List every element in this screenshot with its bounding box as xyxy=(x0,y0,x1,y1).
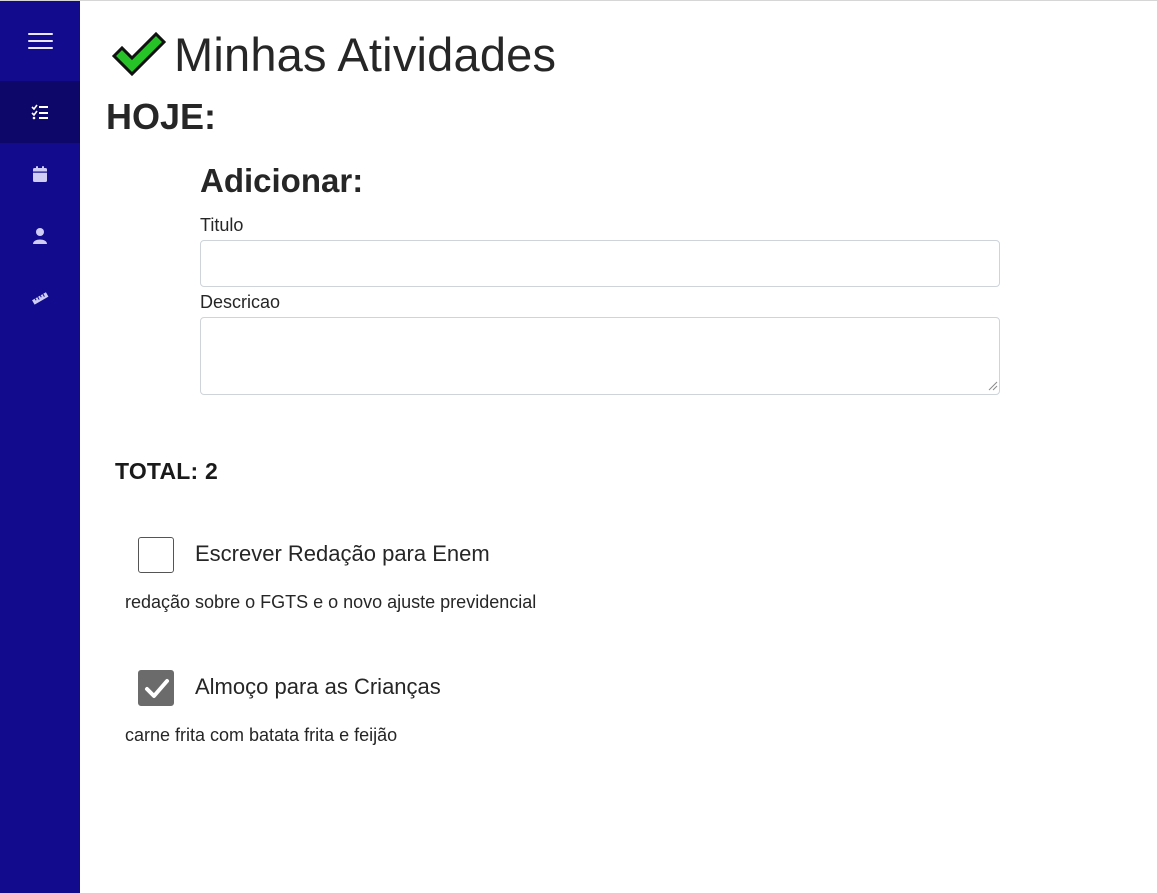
page-header: Minhas Atividades xyxy=(110,26,556,82)
task-description: carne frita com batata frita e feijão xyxy=(125,725,398,745)
sidebar-item-measure[interactable] xyxy=(0,267,80,329)
task-description: redação sobre o FGTS e o novo ajuste pre… xyxy=(125,592,537,612)
description-textarea[interactable] xyxy=(200,317,1000,395)
task-title: Escrever Redação para Enem xyxy=(195,541,490,566)
page-title: Minhas Atividades xyxy=(174,27,557,81)
hamburger-menu-button[interactable] xyxy=(0,1,80,81)
check-icon xyxy=(145,679,169,698)
description-label: Descricao xyxy=(200,292,281,312)
form-heading: Adicionar: xyxy=(200,162,364,199)
checkmark-icon xyxy=(111,31,167,77)
sidebar xyxy=(0,1,80,893)
calendar-icon xyxy=(33,166,47,182)
section-heading-today: HOJE: xyxy=(106,96,217,137)
task-checkbox[interactable] xyxy=(138,537,174,573)
task-checkbox-checked[interactable] xyxy=(138,670,174,706)
resize-handle-icon[interactable] xyxy=(986,379,998,391)
menu-line xyxy=(28,40,53,42)
sidebar-item-calendar[interactable] xyxy=(0,143,80,205)
title-input[interactable] xyxy=(200,240,1000,287)
list-check-icon xyxy=(31,104,48,120)
menu-line xyxy=(28,33,53,35)
user-icon xyxy=(33,228,47,244)
top-border xyxy=(0,0,1157,1)
sidebar-item-profile[interactable] xyxy=(0,205,80,267)
ruler-icon xyxy=(32,292,49,305)
task-title: Almoço para as Crianças xyxy=(195,674,441,699)
title-label: Titulo xyxy=(200,215,244,235)
sidebar-item-activities[interactable] xyxy=(0,81,80,143)
total-count: TOTAL: 2 xyxy=(115,458,218,484)
menu-line xyxy=(28,47,53,49)
